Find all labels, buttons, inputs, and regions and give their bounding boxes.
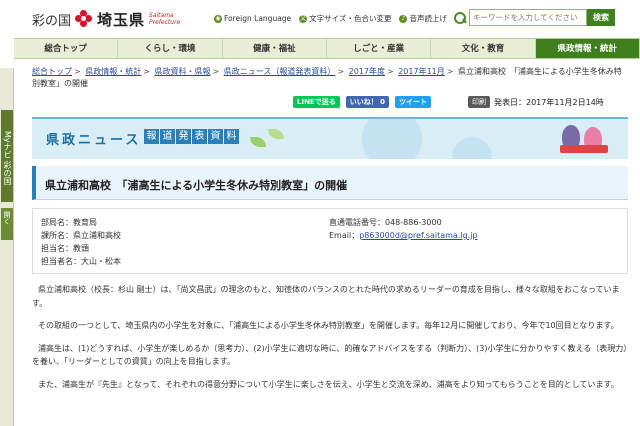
- logo-roman: Saitama Prefecture: [149, 12, 180, 26]
- banner-subtitle-char: 発: [176, 129, 191, 144]
- news-banner: 県政ニュース 報 道 発 表 資 料: [32, 117, 628, 159]
- contact-names: 担当者名：大山・松本: [41, 257, 121, 266]
- search-input[interactable]: [469, 9, 587, 26]
- print-area: 印刷 発表日：2017年11月2日14時: [468, 96, 604, 108]
- mascot-book-icon: [560, 145, 608, 153]
- department: 部局名：教育局: [41, 218, 97, 227]
- nav-item-work[interactable]: しごと・産業: [327, 39, 432, 58]
- body-paragraph: 浦高生は、(1)どうすれば、小学生が楽しめるか（思考力）、(2)小学生に適切な時…: [32, 343, 628, 367]
- page-title: 県立浦和高校 「浦高生による小学生冬休み特別教室」の開催: [45, 179, 348, 192]
- contact-info-left: 部局名：教育局 課所名：県立浦和高校 担当名：教頭 担当者名：大山・松本: [41, 216, 121, 268]
- article-body: 県立浦和高校（校長：杉山 剛士）は、「尚文昌武」の理念のもと、知徳体のバランスの…: [32, 283, 628, 400]
- foreign-language-link[interactable]: ◉ Foreign Language: [214, 13, 291, 24]
- header-links: ◉ Foreign Language 文 文字サイズ・色合い変更 ♪ 音声読上げ: [214, 13, 447, 24]
- text-size-color-link[interactable]: 文 文字サイズ・色合い変更: [299, 13, 391, 24]
- nav-item-culture[interactable]: 文化・教育: [431, 39, 536, 58]
- nav-item-living[interactable]: くらし・環境: [118, 39, 223, 58]
- breadcrumb-link[interactable]: 県政資料・県報: [155, 67, 211, 76]
- contact-info-right: 直通電話番号：048-886-3000 Email：p863000d@pref.…: [329, 216, 478, 242]
- facebook-like-button[interactable]: いいね！ 0: [345, 96, 390, 108]
- banner-decoration: [452, 137, 492, 159]
- my-navi-side-tab[interactable]: Myナビ 彩の国 開く: [0, 68, 14, 426]
- breadcrumb-link[interactable]: 県政ニュース（報道発表資料）: [224, 67, 336, 76]
- site-header: 彩の国 埼玉県 Saitama Prefecture ◉ Foreign Lan…: [0, 0, 640, 38]
- text-size-color-label: 文字サイズ・色合い変更: [309, 14, 392, 23]
- share-buttons: LINEで送る いいね！ 0 ツイート: [293, 96, 432, 108]
- leaf-icon: [250, 137, 266, 147]
- banner-subtitle: 報 道 発 表 資 料: [144, 129, 239, 144]
- banner-subtitle-char: 資: [208, 129, 223, 144]
- logo-roman-line2: Prefecture: [149, 19, 181, 26]
- logo-mark-icon: [75, 10, 93, 28]
- email-link[interactable]: p863000d@pref.saitama.lg.jp: [359, 231, 477, 240]
- breadcrumb: 総合トップ > 県政情報・統計 > 県政資料・県報 > 県政ニュース（報道発表資料） >…: [32, 67, 622, 88]
- my-navi-open-button[interactable]: 開く: [1, 208, 13, 240]
- body-paragraph: また、浦高生が『先生』となって、それぞれの得意分野について小学生に楽しさを伝え、…: [38, 379, 619, 389]
- globe-icon: ◉: [214, 14, 222, 23]
- read-aloud-label: 音声読上げ: [409, 14, 447, 23]
- body-paragraph: その取組の一つとして、埼玉県内の小学生を対象に、「浦高生による小学生冬休み特別教…: [38, 321, 619, 330]
- speaker-icon: ♪: [399, 14, 408, 23]
- banner-subtitle-char: 報: [144, 129, 159, 144]
- banner-subtitle-char: 道: [160, 129, 175, 144]
- person-in-charge: 担当名：教頭: [41, 244, 89, 253]
- banner-decoration: [362, 119, 422, 159]
- print-button[interactable]: 印刷: [468, 96, 490, 108]
- site-logo[interactable]: 彩の国 埼玉県 Saitama Prefecture: [32, 8, 180, 30]
- breadcrumb-link[interactable]: 2017年11月: [398, 67, 445, 76]
- nav-item-government[interactable]: 県政情報・統計: [535, 39, 640, 58]
- breadcrumb-link[interactable]: 総合トップ: [32, 67, 72, 76]
- body-paragraph: 県立浦和高校（校長：杉山 剛士）は、「尚文昌武」の理念のもと、知徳体のバランスの…: [32, 285, 620, 308]
- twitter-tweet-button[interactable]: ツイート: [395, 96, 432, 108]
- line-share-button[interactable]: LINEで送る: [293, 96, 340, 108]
- breadcrumb-link[interactable]: 県政情報・統計: [85, 67, 141, 76]
- email-row: Email：p863000d@pref.saitama.lg.jp: [329, 229, 478, 242]
- logo-prefix: 彩の国: [32, 13, 72, 29]
- my-navi-label: Myナビ 彩の国: [1, 110, 13, 202]
- leaf-icon: [268, 129, 284, 139]
- section: 課所名：県立浦和高校: [41, 231, 121, 240]
- nav-item-health[interactable]: 健康・福祉: [223, 39, 327, 58]
- search-button[interactable]: 検索: [587, 9, 615, 26]
- nav-item-top[interactable]: 総合トップ: [14, 39, 119, 58]
- text-size-icon: 文: [299, 14, 308, 23]
- contact-info: 部局名：教育局 課所名：県立浦和高校 担当名：教頭 担当者名：大山・松本 直通電…: [32, 208, 628, 274]
- banner-subtitle-char: 料: [224, 129, 239, 144]
- page-title-box: 県立浦和高校 「浦高生による小学生冬休み特別教室」の開催: [32, 166, 628, 200]
- search-icon: [453, 11, 467, 25]
- phone-number: 直通電話番号：048-886-3000: [329, 218, 442, 227]
- banner-title: 県政ニュース: [46, 133, 142, 148]
- foreign-language-label: Foreign Language: [224, 14, 292, 23]
- publish-date: 発表日：2017年11月2日14時: [494, 97, 604, 107]
- logo-name: 埼玉県: [97, 10, 146, 29]
- logo-roman-line1: Saitama: [149, 12, 174, 19]
- breadcrumb-link[interactable]: 2017年度: [349, 67, 385, 76]
- site-search: 検索: [453, 9, 615, 26]
- global-nav: 総合トップ くらし・環境 健康・福祉 しごと・産業 文化・教育 県政情報・統計: [14, 38, 640, 59]
- banner-subtitle-char: 表: [192, 129, 207, 144]
- email-label: Email：: [329, 231, 360, 240]
- read-aloud-link[interactable]: ♪ 音声読上げ: [399, 13, 447, 24]
